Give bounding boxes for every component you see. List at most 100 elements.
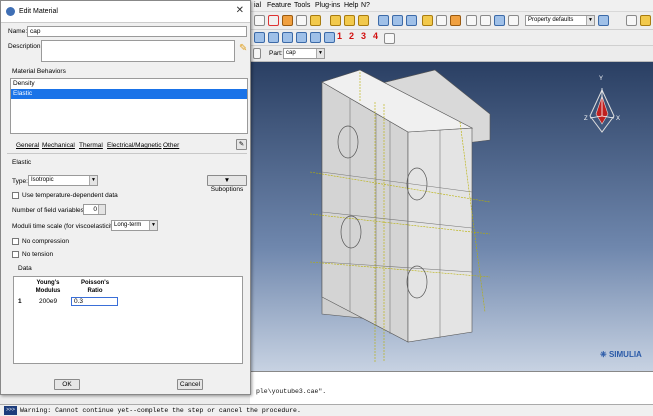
material-icon (6, 7, 15, 16)
name-field[interactable]: cap (27, 26, 247, 37)
simulia-logo: ❈ SIMULIA (600, 350, 642, 359)
menu-item-feature[interactable]: Feature (267, 2, 291, 9)
tab-electrical-magnetic[interactable]: Electrical/Magnetic (107, 142, 162, 149)
description-label: Description: (8, 43, 43, 50)
cancel-button[interactable]: Cancel (177, 379, 203, 390)
tab-thermal[interactable]: Thermal (79, 142, 103, 149)
suboptions-button[interactable]: ▼ Suboptions (207, 175, 247, 193)
tab-mechanical[interactable]: Mechanical (42, 142, 75, 149)
menu-item-tools[interactable]: Tools (294, 2, 310, 9)
step-tool-2-icon[interactable] (268, 32, 279, 43)
context-arrow-icon[interactable] (253, 48, 261, 59)
behavior-item-density[interactable]: Density (11, 79, 247, 89)
menu-item-partial[interactable]: ial (254, 2, 261, 9)
poisson-ratio-input[interactable] (71, 297, 118, 306)
main-menubar: ial Feature Tools Plug-ins Help N? (250, 0, 653, 12)
temp-dependent-label: Use temperature-dependent data (22, 192, 118, 199)
zoom-icon[interactable] (310, 15, 321, 26)
status-bar: >>> Warning: Cannot continue yet--comple… (0, 404, 653, 416)
divider (7, 153, 247, 154)
menu-item-help[interactable]: Help (344, 2, 358, 9)
type-select[interactable]: Isotropic ▼ (28, 175, 98, 186)
edit-material-dialog: Edit Material ✕ Name: cap Description: ✎… (0, 0, 251, 395)
shaded-icon[interactable] (406, 15, 417, 26)
step-number-2[interactable]: 2 (349, 31, 354, 41)
redo-view-icon[interactable] (480, 15, 491, 26)
message-line: ple\youtube3.cae". (256, 388, 327, 395)
axis-z-label: Z (584, 116, 588, 122)
elastic-section-title: Elastic (12, 159, 32, 166)
message-area: ple\youtube3.cae". (250, 371, 653, 404)
step-number-4[interactable]: 4 (373, 31, 378, 41)
column-header-poisson-line2: Ratio (87, 288, 103, 294)
step-tool-1-icon[interactable] (254, 32, 265, 43)
undo-view-icon[interactable] (466, 15, 477, 26)
render-style-select[interactable]: Property defaults ▼ (525, 15, 595, 26)
hidden-line-icon[interactable] (392, 15, 403, 26)
step-tool-4-icon[interactable] (296, 32, 307, 43)
rotate-icon[interactable] (296, 15, 307, 26)
warning-message: Warning: Cannot continue yet--complete t… (20, 407, 301, 414)
no-compression-checkbox[interactable] (12, 238, 19, 245)
tab-other[interactable]: Other (163, 142, 179, 149)
view-iso-icon[interactable] (358, 15, 369, 26)
field-variables-label: Number of field variables: (12, 207, 86, 214)
no-compression-label: No compression (22, 238, 69, 245)
step-number-1[interactable]: 1 (337, 31, 342, 41)
column-header-youngs-line1: Young's (36, 280, 60, 286)
chevron-down-icon: ▼ (89, 176, 97, 185)
part-label: Part: (269, 50, 283, 57)
row-index: 1 (18, 298, 22, 305)
graphics-viewport[interactable]: Y Z X (250, 62, 653, 371)
menu-item-plugins[interactable]: Plug-ins (315, 2, 340, 9)
command-prompt-icon[interactable]: >>> (4, 406, 17, 415)
field-variables-stepper[interactable]: 0 (83, 204, 106, 215)
tab-general[interactable]: General (16, 142, 39, 149)
youngs-modulus-cell[interactable]: 200e9 (39, 298, 57, 305)
moduli-select[interactable]: Long-term ▼ (111, 220, 158, 231)
part-select[interactable]: cap ▼ (283, 48, 325, 59)
close-icon[interactable]: ✕ (236, 5, 244, 16)
behavior-item-elastic[interactable]: Elastic (11, 89, 247, 99)
edit-pencil-icon[interactable]: ✎ (239, 43, 247, 54)
field-variables-value: 0 (93, 206, 97, 213)
print-icon[interactable] (640, 15, 651, 26)
description-field[interactable] (41, 40, 235, 62)
behaviors-list[interactable]: Density Elastic (10, 78, 248, 134)
color-palette-icon[interactable] (508, 15, 519, 26)
view-front-icon[interactable] (330, 15, 341, 26)
perspective-icon[interactable] (436, 15, 447, 26)
display-options-icon[interactable] (598, 15, 609, 26)
render-style-value: Property defaults (528, 17, 574, 23)
step-tool-3-icon[interactable] (282, 32, 293, 43)
color-code-icon[interactable] (450, 15, 461, 26)
viewport-icon[interactable] (494, 15, 505, 26)
menu-item-whats-this[interactable]: N? (361, 2, 370, 9)
delete-behavior-icon[interactable]: ✎ (236, 139, 247, 150)
step-tool-5-icon[interactable] (310, 32, 321, 43)
select-box-icon[interactable] (268, 15, 279, 26)
part-model (309, 69, 615, 362)
no-tension-checkbox[interactable] (12, 251, 19, 258)
chevron-down-icon: ▼ (316, 49, 324, 58)
name-value: cap (30, 28, 41, 35)
ok-button[interactable]: OK (54, 379, 80, 390)
pan-icon[interactable] (282, 15, 293, 26)
view-back-icon[interactable] (344, 15, 355, 26)
step-person-icon[interactable] (384, 33, 395, 44)
axis-triad (589, 88, 615, 133)
toolbar-context: Part: cap ▼ (250, 46, 653, 62)
dialog-title: Edit Material (19, 8, 58, 15)
toolbar-steps (250, 30, 653, 46)
type-label: Type: (12, 178, 28, 185)
context-help-icon[interactable] (626, 15, 637, 26)
step-number-3[interactable]: 3 (361, 31, 366, 41)
wireframe-icon[interactable] (378, 15, 389, 26)
moduli-value: Long-term (114, 222, 142, 228)
temp-dependent-checkbox[interactable] (12, 192, 19, 199)
dialog-titlebar[interactable]: Edit Material ✕ (1, 1, 250, 23)
translucency-icon[interactable] (422, 15, 433, 26)
chevron-down-icon: ▼ (586, 16, 594, 25)
step-tool-6-icon[interactable] (324, 32, 335, 43)
query-icon[interactable] (254, 15, 265, 26)
